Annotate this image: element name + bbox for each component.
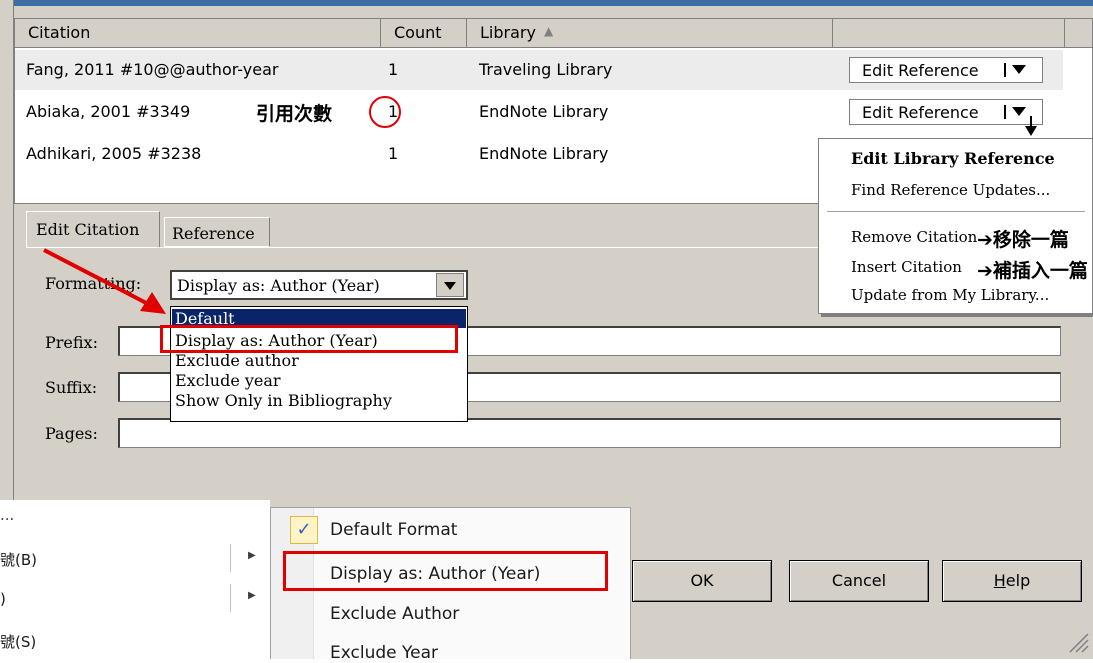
count-highlight-circle bbox=[369, 96, 401, 128]
red-arrow-line bbox=[43, 248, 153, 308]
remove-annotation: ➔移除一篇 bbox=[977, 229, 1069, 251]
author-year-highlight-box bbox=[160, 325, 458, 353]
insert-annotation: ➔補插入一篇 bbox=[977, 260, 1088, 282]
down-arrow-head-icon bbox=[1025, 126, 1037, 136]
count-annotation: 引用次數 bbox=[256, 103, 333, 125]
office-author-year-highlight-box bbox=[283, 551, 608, 591]
